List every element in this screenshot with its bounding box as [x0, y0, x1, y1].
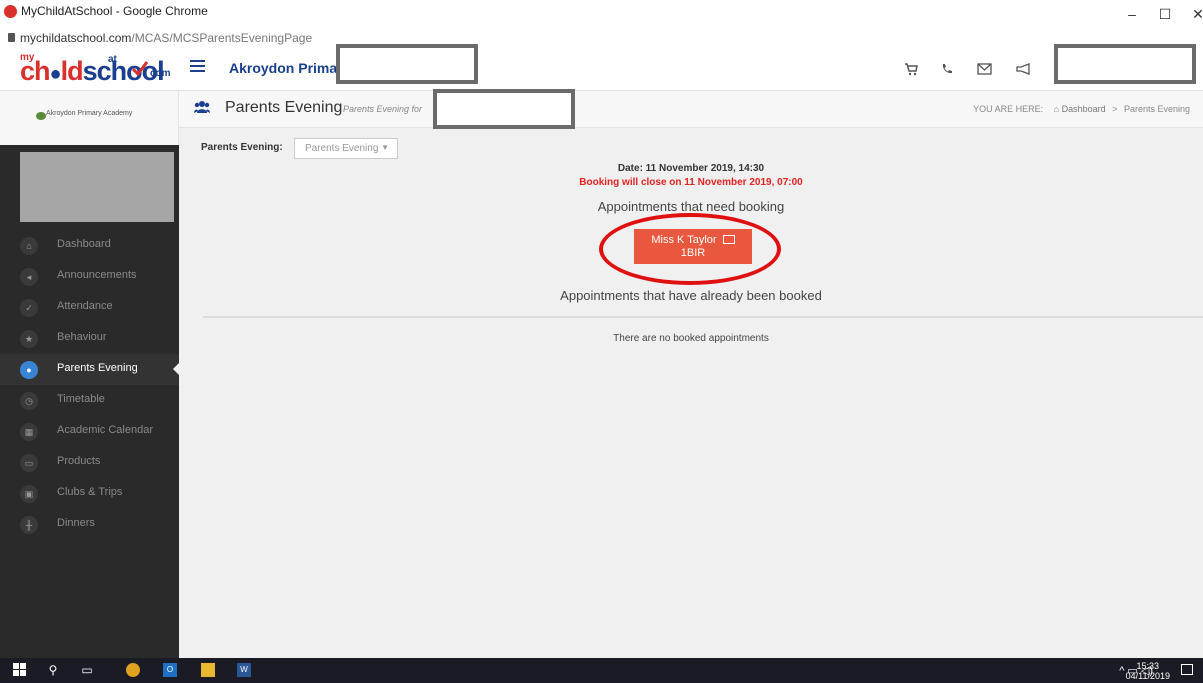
- minimize-button[interactable]: –: [1117, 2, 1147, 26]
- search-icon[interactable]: ⚲: [46, 663, 60, 677]
- browser-title-bar: MyChildAtSchool - Google Chrome – ☐ ✕: [0, 0, 1203, 30]
- url-text[interactable]: mychildatschool.com/MCAS/MCSParentsEveni…: [20, 31, 312, 45]
- parents-evening-select-label: Parents Evening:: [201, 142, 283, 153]
- word-icon[interactable]: W: [237, 663, 251, 677]
- taskbar-clock[interactable]: 15:33 04/11/2019: [1126, 661, 1170, 681]
- need-booking-heading: Appointments that need booking: [597, 199, 785, 214]
- mychildatschool-logo[interactable]: my ch●ldschool at com: [20, 52, 172, 86]
- window-title: MyChildAtSchool - Google Chrome: [21, 4, 208, 18]
- url-host: mychildatschool.com: [20, 31, 132, 45]
- sidebar-item-label: Products: [57, 455, 101, 467]
- file-explorer-icon[interactable]: [201, 663, 215, 677]
- tick-icon: [132, 61, 148, 76]
- redaction-box: [336, 44, 478, 84]
- cart-icon[interactable]: [902, 62, 920, 78]
- clock-date: 04/11/2019: [1125, 671, 1170, 681]
- hamburger-menu-icon[interactable]: [190, 60, 205, 72]
- school-tree-logo-icon: [36, 112, 46, 120]
- sidebar-item-label: Dinners: [57, 517, 95, 529]
- sidebar-item-label: Attendance: [57, 300, 113, 312]
- clock-time: 15:33: [1136, 661, 1160, 671]
- notification-center-icon[interactable]: [1181, 664, 1193, 675]
- parents-evening-select[interactable]: Parents Evening ▼: [294, 138, 398, 159]
- sidebar-item-products[interactable]: ▭ Products: [0, 447, 179, 478]
- page-title: Parents Evening: [225, 99, 343, 116]
- sidebar-item-label: Academic Calendar: [57, 424, 153, 436]
- sidebar-item-attendance[interactable]: ✓ Attendance: [0, 292, 179, 323]
- redacted-child-photo: [20, 152, 174, 222]
- card-icon: ▭: [20, 454, 38, 472]
- sidebar-item-dashboard[interactable]: ⌂ Dashboard: [0, 230, 179, 261]
- star-icon: ★: [20, 330, 38, 348]
- redaction-box: [433, 89, 575, 129]
- megaphone-icon: ◂: [20, 268, 38, 286]
- users-icon: [194, 100, 210, 118]
- megaphone-icon[interactable]: [1014, 62, 1032, 78]
- address-bar[interactable]: mychildatschool.com/MCAS/MCSParentsEveni…: [0, 30, 1203, 48]
- calendar-icon: ▦: [20, 423, 38, 441]
- no-booked-message: There are no booked appointments: [613, 333, 769, 344]
- outlook-icon[interactable]: O: [163, 663, 177, 677]
- sidebar-school-header: Akroydon Primary Academy: [0, 91, 179, 145]
- logo-ld: ld: [60, 56, 84, 86]
- breadcrumb-dashboard-link[interactable]: Dashboard: [1062, 104, 1106, 114]
- logo-com: com: [150, 68, 171, 79]
- home-icon: ⌂: [20, 237, 38, 255]
- home-icon: ⌂: [1053, 104, 1060, 114]
- maximize-button[interactable]: ☐: [1150, 2, 1180, 26]
- main-content: Parents Evening Parents Evening for YOU …: [179, 89, 1203, 658]
- lock-icon: [8, 33, 15, 42]
- sidebar-item-clubs-trips[interactable]: ▣ Clubs & Trips: [0, 478, 179, 509]
- clock-icon: ◷: [20, 392, 38, 410]
- users-icon: ●: [20, 361, 38, 379]
- annotation-circle: [599, 213, 781, 285]
- page-subtitle: Parents Evening for: [343, 104, 423, 114]
- windows-start-icon[interactable]: [13, 663, 27, 677]
- breadcrumb-current: Parents Evening: [1123, 104, 1190, 114]
- sidebar-item-label: Parents Evening: [57, 362, 138, 374]
- cutlery-icon: ╫: [20, 516, 38, 534]
- bus-icon: ▣: [20, 485, 38, 503]
- sidebar-item-announcements[interactable]: ◂ Announcements: [0, 261, 179, 292]
- booked-heading: Appointments that have already been book…: [560, 288, 822, 303]
- sidebar-item-academic-calendar[interactable]: ▦ Academic Calendar: [0, 416, 179, 447]
- sidebar-item-label: Dashboard: [57, 238, 111, 250]
- sidebar: Akroydon Primary Academy ⌂ Dashboard ◂ A…: [0, 91, 179, 658]
- url-path: /MCAS/MCSParentsEveningPage: [131, 31, 313, 45]
- school-name-header: Akroydon Prima: [229, 60, 338, 76]
- chrome-icon[interactable]: [126, 663, 140, 677]
- top-navbar: my ch●ldschool at com Akroydon Prima: [0, 44, 1203, 91]
- section-divider: [203, 316, 1203, 318]
- sidebar-item-behaviour[interactable]: ★ Behaviour: [0, 323, 179, 354]
- check-icon: ✓: [20, 299, 38, 317]
- breadcrumb: YOU ARE HERE: ⌂ Dashboard > Parents Even…: [973, 104, 1190, 114]
- select-value: Parents Evening: [305, 143, 379, 154]
- sidebar-item-label: Clubs & Trips: [57, 486, 123, 498]
- breadcrumb-prefix: YOU ARE HERE:: [973, 104, 1044, 114]
- logo-at: at: [108, 54, 117, 65]
- sidebar-item-label: Timetable: [57, 393, 105, 405]
- sidebar-school-name: Akroydon Primary Academy: [46, 110, 133, 117]
- page-header-bar: Parents Evening Parents Evening for YOU …: [179, 89, 1203, 129]
- sidebar-item-label: Announcements: [57, 269, 137, 281]
- redaction-box: [1054, 44, 1196, 84]
- evening-date: Date: 11 November 2019, 14:30: [617, 163, 765, 174]
- sidebar-item-dinners[interactable]: ╫ Dinners: [0, 509, 179, 540]
- close-window-button[interactable]: ✕: [1183, 2, 1203, 26]
- sidebar-menu: ⌂ Dashboard ◂ Announcements ✓ Attendance…: [0, 230, 179, 540]
- sidebar-item-label: Behaviour: [57, 331, 107, 343]
- phone-icon[interactable]: [938, 62, 956, 78]
- task-view-icon[interactable]: ▭: [80, 663, 94, 677]
- windows-taskbar: ⚲ ▭ O W ^ ▭ ◁) 15:33 04/11/2019: [0, 658, 1203, 683]
- chevron-down-icon: ▼: [381, 143, 389, 152]
- mail-icon[interactable]: [975, 62, 993, 78]
- sidebar-item-parents-evening[interactable]: ● Parents Evening: [0, 354, 179, 385]
- breadcrumb-separator: >: [1112, 104, 1118, 114]
- sidebar-item-timetable[interactable]: ◷ Timetable: [0, 385, 179, 416]
- site-favicon-icon: [4, 5, 17, 18]
- booking-closing-notice: Booking will close on 11 November 2019, …: [579, 177, 803, 188]
- logo-ch: ch: [20, 56, 50, 86]
